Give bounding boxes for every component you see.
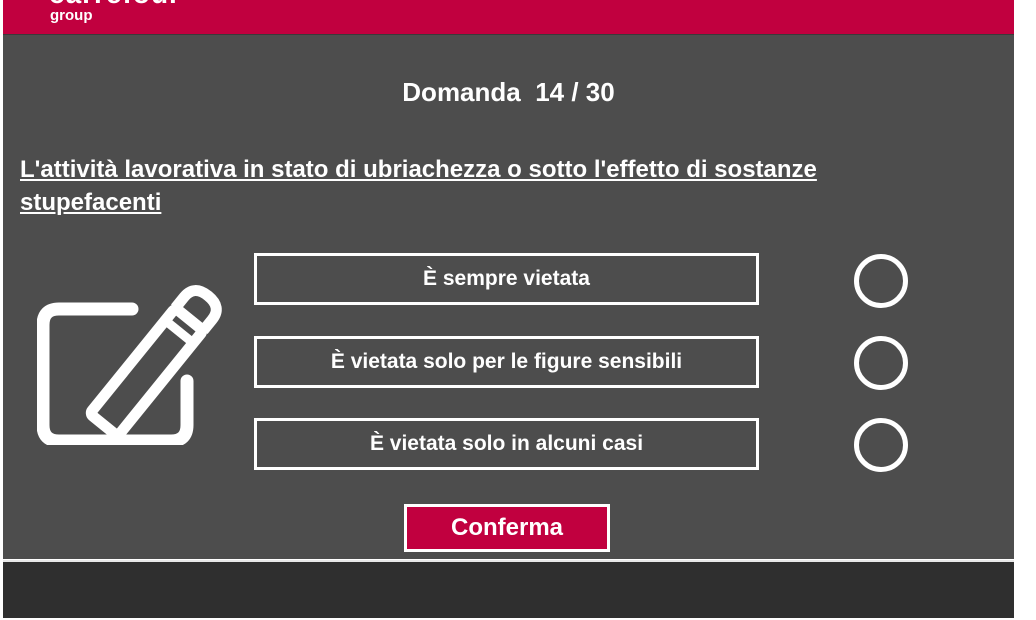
- question-panel: Domanda 14 / 30 L'attività lavorativa in…: [3, 34, 1014, 559]
- answer-option-2-label: È vietata solo per le figure sensibili: [330, 350, 683, 373]
- footer-bar: [3, 560, 1014, 618]
- question-text: L'attività lavorativa in stato di ubriac…: [20, 156, 817, 216]
- question-counter: Domanda 14 / 30: [402, 77, 615, 107]
- confirm-button[interactable]: Conferma: [404, 504, 610, 552]
- header-bar: carrefour group: [3, 0, 1014, 34]
- answer-option-2[interactable]: È vietata solo per le figure sensibili: [254, 336, 759, 388]
- quiz-app: carrefour group Domanda 14 / 30 L'attivi…: [3, 0, 1014, 620]
- answer-option-3-label: È vietata solo in alcuni casi: [369, 432, 644, 455]
- answer-radio-3[interactable]: [854, 418, 908, 472]
- edit-pencil-icon: [37, 285, 222, 445]
- brand-logo-subtext: group: [50, 7, 93, 24]
- answer-radio-1[interactable]: [854, 254, 908, 308]
- answer-radio-2[interactable]: [854, 336, 908, 390]
- answer-option-1-label: È sempre vietata: [423, 267, 590, 290]
- answer-option-3[interactable]: È vietata solo in alcuni casi: [254, 418, 759, 470]
- answer-option-1[interactable]: È sempre vietata: [254, 253, 759, 305]
